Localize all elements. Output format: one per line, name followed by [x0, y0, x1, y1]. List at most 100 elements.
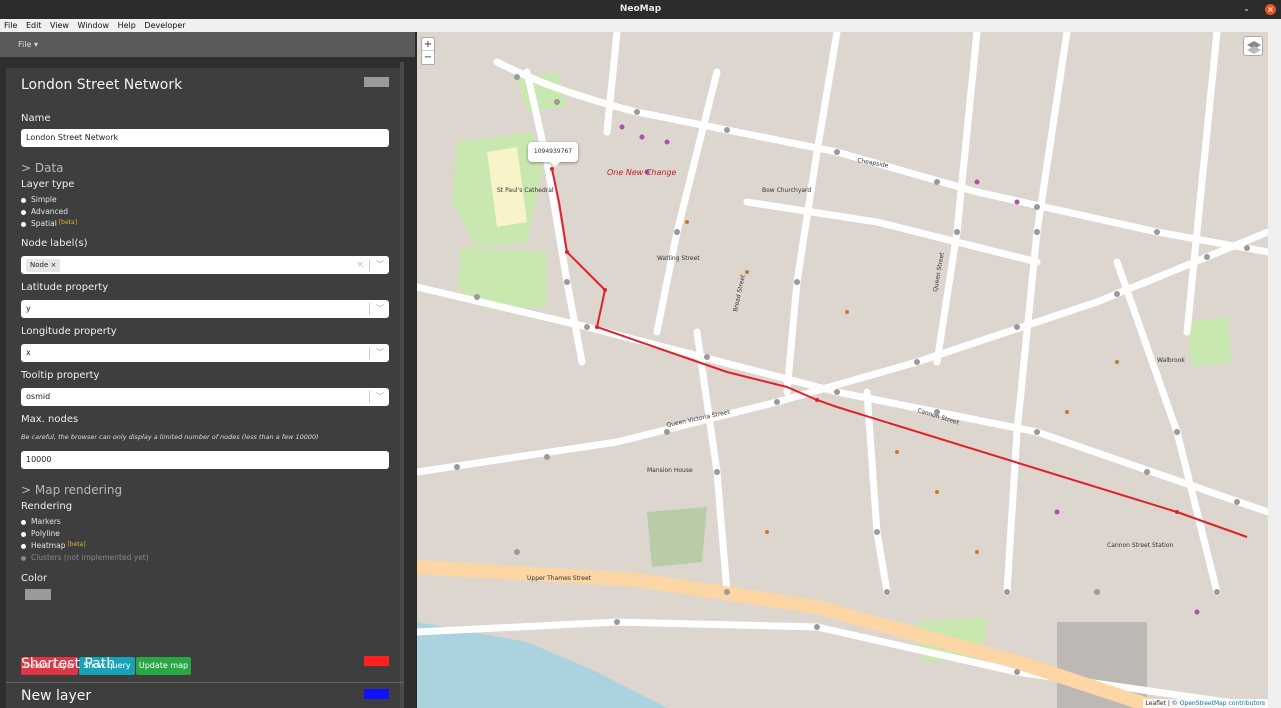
tooltip-value: osmid: [26, 392, 51, 401]
radio-markers[interactable]: Markers: [21, 517, 61, 526]
chevron-down-icon[interactable]: ﹀: [376, 256, 384, 274]
map-label-bow-churchyard: Bow Churchyard: [762, 187, 811, 194]
max-nodes-hint: Be careful, the browser can only display…: [21, 433, 319, 441]
radio-markers-label: Markers: [31, 517, 61, 526]
menu-help[interactable]: Help: [118, 21, 136, 30]
map-label-walbrook: Walbrook: [1157, 357, 1185, 364]
select-separator: [369, 391, 370, 403]
zoom-control: + −: [421, 37, 435, 65]
node-tooltip: 1094939767: [528, 142, 578, 167]
max-nodes-label: Max. nodes: [21, 414, 79, 425]
clear-icon[interactable]: ×: [356, 256, 364, 274]
beta-badge: [beta]: [67, 541, 86, 548]
layer-type-label: Layer type: [21, 179, 75, 190]
window-title: NeoMap: [619, 4, 662, 14]
radio-dot-icon: [21, 531, 26, 537]
radio-polyline-label: Polyline: [31, 529, 60, 538]
select-separator: [369, 347, 370, 359]
rendering-label: Rendering: [21, 501, 73, 512]
radio-simple-label: Simple: [31, 195, 57, 204]
radio-dot-icon: [21, 209, 26, 215]
layer-color-swatch-shortest-path: [364, 656, 389, 666]
radio-clusters: Clusters (not implemented yet): [21, 553, 149, 562]
layer-color-swatch-london: [364, 77, 389, 87]
zoom-in-button[interactable]: +: [422, 38, 434, 51]
name-input[interactable]: London Street Network: [21, 129, 389, 147]
divider: [6, 682, 404, 683]
node-labels-select[interactable]: Node × × ﹀: [21, 256, 389, 274]
attribution-link[interactable]: OpenStreetMap contributors: [1180, 700, 1265, 707]
close-button[interactable]: ×: [1265, 4, 1276, 15]
file-dropdown-label: File: [18, 40, 32, 49]
radio-dot-icon: [21, 197, 26, 203]
menu-edit[interactable]: Edit: [26, 21, 42, 30]
radio-spatial-label: Spatial: [31, 219, 57, 228]
menu-view[interactable]: View: [50, 21, 69, 30]
chevron-down-icon[interactable]: ﹀: [376, 344, 384, 362]
radio-advanced[interactable]: Advanced: [21, 207, 68, 216]
layer-title-shortest-path[interactable]: Shortest Path: [21, 656, 115, 672]
layers-control-button[interactable]: [1243, 36, 1263, 56]
latitude-label: Latitude property: [21, 282, 109, 293]
map-attribution: Leaflet | © OpenStreetMap contributors: [1142, 699, 1268, 708]
node-label-chip: Node ×: [26, 259, 61, 272]
radio-dot-icon: [21, 555, 26, 561]
tooltip-select[interactable]: osmid ﹀: [21, 388, 389, 406]
menu-window[interactable]: Window: [78, 21, 110, 30]
longitude-value: x: [26, 348, 31, 357]
data-section-toggle[interactable]: > Data: [21, 161, 64, 175]
radio-clusters-label: Clusters (not implemented yet): [31, 553, 149, 562]
map-view[interactable]: One New Change St Paul's Cathedral Watli…: [417, 32, 1268, 708]
map-label-one-new-change: One New Change: [607, 168, 677, 177]
radio-heatmap-label: Heatmap: [31, 541, 66, 550]
layer-title-london[interactable]: London Street Network: [21, 77, 182, 93]
chevron-down-icon[interactable]: ﹀: [376, 388, 384, 406]
menu-file[interactable]: File: [4, 21, 17, 30]
panel-scrollbar[interactable]: [400, 62, 404, 708]
radio-simple[interactable]: Simple: [21, 195, 57, 204]
map-rendering-section-toggle[interactable]: > Map rendering: [21, 483, 122, 497]
zoom-out-button[interactable]: −: [422, 51, 434, 64]
radio-polyline[interactable]: Polyline: [21, 529, 60, 538]
radio-spatial[interactable]: Spatial [beta]: [21, 219, 77, 228]
node-label-chip-text: Node: [30, 261, 49, 269]
menu-developer[interactable]: Developer: [144, 21, 185, 30]
map-label-st-pauls: St Paul's Cathedral: [497, 187, 554, 194]
file-dropdown[interactable]: File ▾: [0, 32, 415, 57]
select-separator: [369, 303, 370, 315]
beta-badge: [beta]: [58, 219, 78, 226]
latitude-select[interactable]: y ﹀: [21, 300, 389, 318]
radio-dot-icon: [21, 519, 26, 525]
longitude-select[interactable]: x ﹀: [21, 344, 389, 362]
chip-remove-icon[interactable]: ×: [51, 261, 57, 269]
node-labels-label: Node label(s): [21, 238, 88, 249]
minimize-button[interactable]: –: [1241, 4, 1252, 15]
radio-advanced-label: Advanced: [31, 207, 69, 216]
radio-dot-icon: [21, 543, 26, 549]
layer-title-new-layer[interactable]: New layer: [21, 688, 91, 704]
radio-dot-icon: [21, 221, 26, 227]
name-label: Name: [21, 113, 51, 124]
window-title-bar: NeoMap – ×: [0, 0, 1281, 19]
map-label-mansion-house: Mansion House: [647, 467, 693, 474]
menu-bar: File Edit View Window Help Developer: [0, 19, 1281, 32]
window-scrollbar[interactable]: [1268, 32, 1281, 708]
color-label: Color: [21, 573, 48, 584]
map-label-upper-thames-street: Upper Thames Street: [527, 575, 592, 582]
layers-icon: [1247, 41, 1261, 54]
radio-heatmap[interactable]: Heatmap [beta]: [21, 541, 86, 550]
color-picker[interactable]: [25, 589, 51, 600]
longitude-label: Longitude property: [21, 326, 117, 337]
chevron-down-icon[interactable]: ﹀: [376, 300, 384, 318]
map-tiles: One New Change St Paul's Cathedral Watli…: [417, 32, 1268, 708]
caret-down-icon: ▾: [33, 40, 38, 49]
select-separator: [369, 259, 370, 271]
sidebar: File ▾ London Street Network Name London…: [0, 32, 415, 708]
attribution-prefix: Leaflet | ©: [1145, 700, 1180, 707]
max-nodes-input[interactable]: 10000: [21, 451, 389, 469]
layer-panel: London Street Network Name London Street…: [6, 68, 404, 708]
tooltip-label: Tooltip property: [21, 370, 100, 381]
layer-color-swatch-new-layer: [364, 689, 389, 699]
update-map-button[interactable]: Update map: [136, 657, 191, 675]
latitude-value: y: [26, 304, 31, 313]
